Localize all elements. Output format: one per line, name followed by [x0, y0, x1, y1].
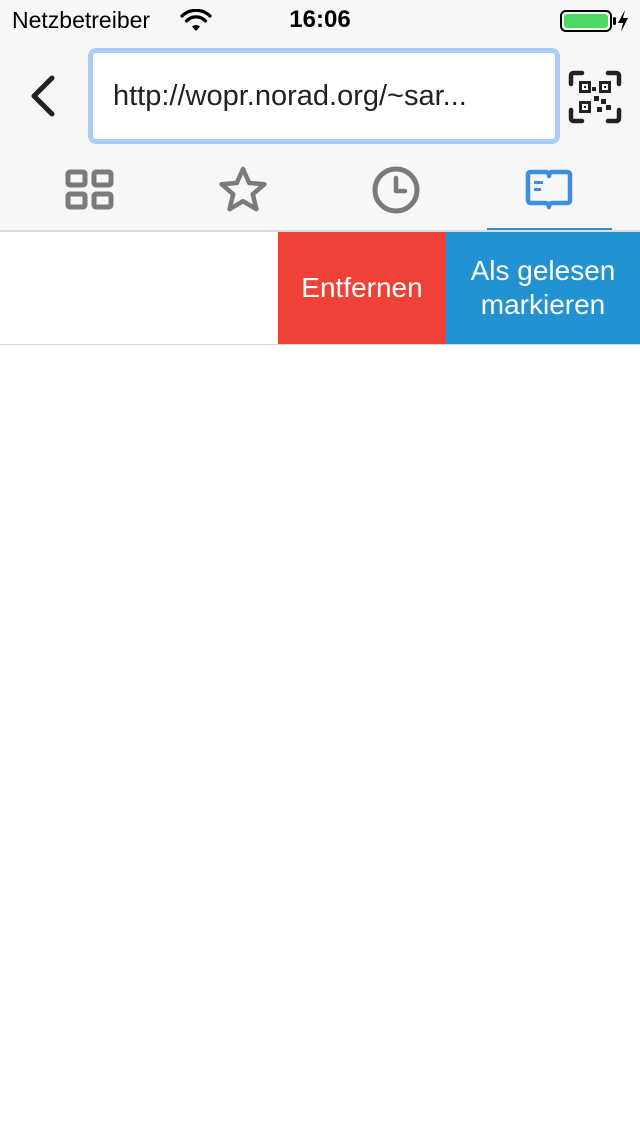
- tab-reading-list[interactable]: [469, 160, 629, 220]
- qr-code-scan-icon: [568, 70, 622, 124]
- mark-as-read-label-line1: Als gelesen: [470, 255, 616, 286]
- url-field[interactable]: http://wopr.norad.org/~sar...: [88, 48, 560, 144]
- clock: 16:06: [289, 6, 351, 33]
- empty-content-area: [0, 345, 640, 1136]
- tab-history[interactable]: [316, 160, 476, 220]
- browser-header: Netzbetreiber 16:06 http://wopr.norad.or…: [0, 0, 640, 232]
- remove-label: Entfernen: [301, 272, 423, 303]
- battery-icon: [560, 10, 616, 32]
- status-bar: Netzbetreiber 16:06: [0, 0, 640, 40]
- mark-as-read-label: Als gelesen markieren: [471, 254, 616, 322]
- reading-list-row[interactable]: Entfernen Als gelesen markieren: [0, 232, 640, 344]
- remove-button[interactable]: Entfernen: [278, 232, 446, 344]
- chevron-left-icon: [31, 75, 55, 117]
- row-content[interactable]: [0, 232, 278, 344]
- tab-top-sites[interactable]: [10, 160, 170, 220]
- star-icon: [219, 166, 267, 212]
- qr-scan-button[interactable]: [568, 70, 622, 124]
- url-text[interactable]: http://wopr.norad.org/~sar...: [113, 80, 537, 113]
- tab-bookmarks[interactable]: [163, 160, 323, 220]
- back-button[interactable]: [16, 66, 70, 126]
- grid-icon: [65, 169, 114, 210]
- mark-as-read-button[interactable]: Als gelesen markieren: [446, 232, 640, 344]
- charging-bolt-icon: [618, 10, 628, 32]
- clock-icon: [372, 166, 420, 214]
- book-icon: [525, 169, 573, 210]
- mark-as-read-label-line2: markieren: [480, 289, 606, 320]
